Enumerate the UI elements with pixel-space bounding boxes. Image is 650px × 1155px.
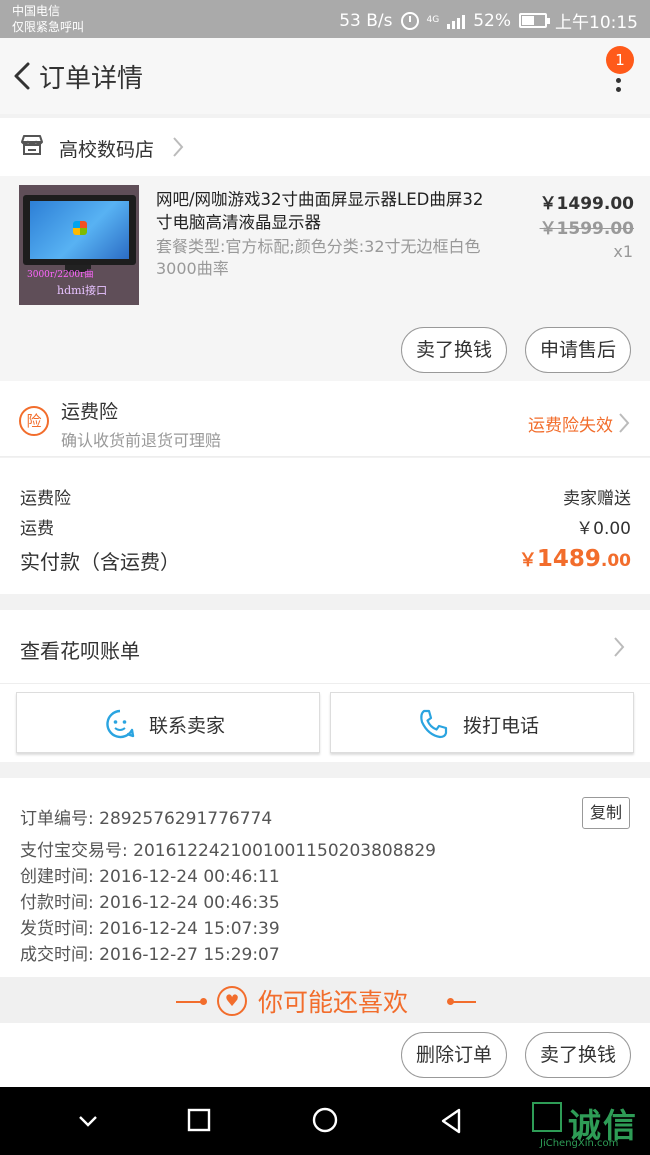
store-icon [21, 135, 43, 155]
phone-icon [420, 709, 448, 739]
cost-summary: 运费险 卖家赠送 运费 ￥0.00 实付款（含运费） ￥1489.00 [0, 458, 650, 594]
resell-button[interactable]: 卖了换钱 [525, 1032, 631, 1078]
after-sales-button[interactable]: 申请售后 [525, 327, 631, 373]
heart-icon: ♥ [217, 986, 247, 1016]
insurance-icon: 险 [19, 406, 49, 436]
app-header: 订单详情 1 [0, 38, 650, 114]
insurance-subtitle: 确认收货前退货可理赔 [61, 431, 222, 450]
cost-value: ￥0.00 [576, 519, 631, 539]
call-label: 拨打电话 [463, 715, 540, 737]
battery-icon [519, 13, 550, 28]
huabei-bill-row[interactable]: 查看花呗账单 [0, 610, 650, 684]
shipping-insurance-row[interactable]: 险 运费险 确认收货前退货可理赔 运费险失效 [0, 381, 650, 457]
contact-seller-label: 联系卖家 [149, 715, 226, 737]
battery-percent: 52% [473, 10, 511, 31]
paid-time: 付款时间: 2016-12-24 00:46:35 [20, 893, 280, 913]
product-image[interactable]: 3000r/2200r曲 hdmi接口 [19, 185, 139, 305]
chevron-right-icon [173, 137, 184, 157]
delete-order-button[interactable]: 删除订单 [401, 1032, 507, 1078]
status-icons: 53 B/s 4G 52% 上午10:15 [339, 8, 638, 34]
carrier-info: 中国电信 仅限紧急呼叫 [12, 3, 84, 35]
clock-time: 上午10:15 [555, 13, 638, 33]
signal-icon [447, 13, 466, 29]
product-title: 网吧/网咖游戏32寸曲面屏显示器LED曲屏32寸电脑高清液晶显示器 [156, 190, 484, 232]
image-caption: hdmi接口 [57, 284, 108, 297]
nav-down-icon[interactable] [76, 1113, 100, 1129]
product-spec: 套餐类型:官方标配;颜色分类:32寸无边框白色3000曲率 [156, 237, 481, 278]
huabei-label: 查看花呗账单 [20, 639, 140, 663]
image-caption: 3000r/2200r曲 [27, 270, 94, 280]
nav-back-icon[interactable] [439, 1107, 463, 1135]
windows-logo-icon [73, 221, 87, 235]
recommend-title: 你可能还喜欢 [258, 988, 409, 1017]
chevron-right-icon [619, 413, 630, 433]
shop-row[interactable]: 高校数码店 [0, 118, 650, 176]
insurance-status: 运费险失效 [528, 416, 613, 436]
divider [176, 1001, 202, 1003]
carrier-note: 仅限紧急呼叫 [12, 20, 85, 34]
created-time: 创建时间: 2016-12-24 00:46:11 [20, 867, 280, 887]
status-bar: 中国电信 仅限紧急呼叫 53 B/s 4G 52% 上午10:15 [0, 0, 650, 38]
bottom-action-bar: 删除订单 卖了换钱 [0, 1023, 650, 1087]
product-original-price: ￥1599.00 [539, 219, 634, 239]
network-type: 4G [426, 15, 440, 25]
resell-button[interactable]: 卖了换钱 [401, 327, 507, 373]
watermark-caption: JiChengXin.com [540, 1138, 619, 1149]
nav-home-icon[interactable] [311, 1106, 339, 1134]
product-card[interactable]: 3000r/2200r曲 hdmi接口 网吧/网咖游戏32寸曲面屏显示器LED曲… [0, 176, 650, 381]
carrier-name: 中国电信 [12, 4, 61, 18]
insurance-title: 运费险 [61, 401, 119, 423]
divider [450, 1001, 476, 1003]
completed-time: 成交时间: 2016-12-27 15:29:07 [20, 945, 280, 965]
nav-recent-icon[interactable] [186, 1107, 212, 1133]
order-info: 订单编号: 2892576291776774 复制 支付宝交易号: 201612… [0, 778, 650, 977]
total-amount: ￥1489.00 [518, 546, 631, 572]
alipay-trade-number: 支付宝交易号: 2016122421001001150203808829 [20, 841, 436, 861]
contact-bar: 联系卖家 拨打电话 [0, 684, 650, 762]
notification-badge: 1 [606, 46, 634, 74]
copy-button[interactable]: 复制 [582, 797, 630, 829]
chat-face-icon [106, 709, 135, 739]
product-price: ￥1499.00 [539, 194, 634, 214]
divider-dot [200, 998, 207, 1005]
chevron-right-icon [614, 637, 625, 657]
total-label: 实付款（含运费） [20, 550, 180, 574]
cost-value: 卖家赠送 [563, 489, 631, 509]
shipped-time: 发货时间: 2016-12-24 15:07:39 [20, 919, 280, 939]
recommend-header: ♥ 你可能还喜欢 [0, 977, 650, 1023]
system-nav-bar: 诚信 JiChengXin.com [0, 1087, 650, 1155]
order-number: 订单编号: 2892576291776774 [20, 809, 273, 829]
product-quantity: x1 [613, 242, 633, 261]
chevron-left-icon[interactable] [8, 60, 38, 92]
shop-name: 高校数码店 [59, 139, 155, 161]
call-button[interactable]: 拨打电话 [330, 692, 634, 753]
cost-label: 运费 [20, 519, 54, 539]
page-title: 订单详情 [39, 64, 144, 94]
network-speed: 53 B/s [339, 10, 393, 31]
alarm-icon [400, 11, 419, 30]
cost-label: 运费险 [20, 489, 71, 509]
contact-seller-button[interactable]: 联系卖家 [16, 692, 320, 753]
